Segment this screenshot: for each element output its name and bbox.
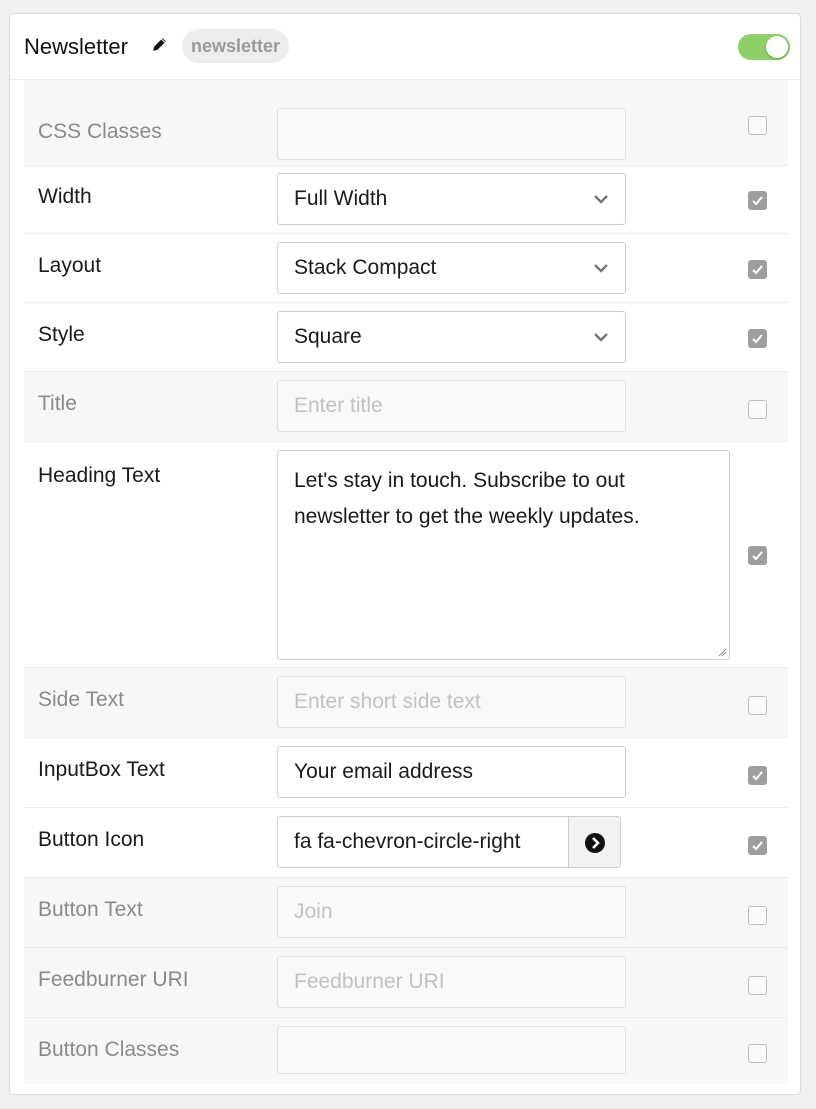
style-checkbox[interactable] bbox=[748, 329, 767, 348]
field-label: Layout bbox=[38, 254, 102, 277]
field-label: CSS Classes bbox=[38, 120, 162, 143]
width-select[interactable]: Full Width bbox=[277, 173, 626, 225]
row-css-classes: CSS Classes bbox=[24, 80, 788, 166]
row-button-classes: Button Classes bbox=[24, 1018, 788, 1084]
row-feedburner-uri: Feedburner URI Feedburner URI bbox=[24, 948, 788, 1018]
panel-header: Newsletter newsletter bbox=[10, 14, 800, 80]
title-input[interactable]: Enter title bbox=[277, 380, 626, 432]
check-icon bbox=[752, 265, 763, 275]
chevron-down-icon bbox=[594, 264, 608, 273]
button-text-placeholder: Join bbox=[294, 900, 333, 923]
title-placeholder: Enter title bbox=[294, 394, 383, 417]
button-text-checkbox[interactable] bbox=[748, 906, 767, 925]
field-label: Title bbox=[38, 392, 77, 415]
chevron-down-icon bbox=[594, 333, 608, 342]
enable-toggle[interactable] bbox=[738, 34, 790, 60]
icon-picker-button[interactable] bbox=[568, 816, 621, 868]
row-side-text: Side Text Enter short side text bbox=[24, 668, 788, 738]
pencil-icon[interactable] bbox=[151, 36, 168, 53]
field-label: Width bbox=[38, 185, 92, 208]
field-label: Button Icon bbox=[38, 828, 145, 851]
field-label: Heading Text bbox=[38, 464, 161, 487]
field-label: InputBox Text bbox=[38, 758, 165, 781]
heading-text-checkbox[interactable] bbox=[748, 546, 767, 565]
side-text-input[interactable]: Enter short side text bbox=[277, 676, 626, 728]
layout-select[interactable]: Stack Compact bbox=[277, 242, 626, 294]
field-label: Feedburner URI bbox=[38, 968, 189, 991]
css-classes-checkbox[interactable] bbox=[748, 116, 767, 135]
check-icon bbox=[752, 334, 763, 344]
panel-title: Newsletter bbox=[24, 34, 128, 59]
feedburner-uri-input[interactable]: Feedburner URI bbox=[277, 956, 626, 1008]
title-checkbox[interactable] bbox=[748, 400, 767, 419]
style-select-value: Square bbox=[294, 325, 362, 348]
button-text-input[interactable]: Join bbox=[277, 886, 626, 938]
layout-select-value: Stack Compact bbox=[294, 256, 437, 279]
row-button-text: Button Text Join bbox=[24, 878, 788, 948]
toggle-knob bbox=[766, 36, 788, 58]
feedburner-uri-placeholder: Feedburner URI bbox=[294, 970, 445, 993]
newsletter-panel: Newsletter newsletter CSS Classes Width … bbox=[9, 13, 801, 1095]
button-classes-checkbox[interactable] bbox=[748, 1044, 767, 1063]
layout-checkbox[interactable] bbox=[748, 260, 767, 279]
row-title: Title Enter title bbox=[24, 372, 788, 442]
row-style: Style Square bbox=[24, 303, 788, 372]
chevron-down-icon bbox=[594, 195, 608, 204]
side-text-placeholder: Enter short side text bbox=[294, 690, 481, 713]
row-layout: Layout Stack Compact bbox=[24, 234, 788, 303]
width-checkbox[interactable] bbox=[748, 191, 767, 210]
heading-text-textarea[interactable]: Let's stay in touch. Subscribe to out ne… bbox=[277, 450, 730, 660]
button-icon-input[interactable]: fa fa-chevron-circle-right bbox=[277, 816, 569, 868]
button-icon-checkbox[interactable] bbox=[748, 836, 767, 855]
check-icon bbox=[752, 196, 763, 206]
inputbox-text-input[interactable]: Your email address bbox=[277, 746, 626, 798]
css-classes-input[interactable] bbox=[277, 108, 626, 160]
button-classes-input[interactable] bbox=[277, 1026, 626, 1074]
row-width: Width Full Width bbox=[24, 166, 788, 234]
row-inputbox-text: InputBox Text Your email address bbox=[24, 738, 788, 808]
row-heading-text: Heading Text Let's stay in touch. Subscr… bbox=[24, 442, 788, 668]
field-label: Style bbox=[38, 323, 85, 346]
row-button-icon: Button Icon fa fa-chevron-circle-right bbox=[24, 808, 788, 878]
resize-handle-icon[interactable] bbox=[717, 647, 727, 657]
check-icon bbox=[752, 771, 763, 781]
heading-text-value: Let's stay in touch. Subscribe to out ne… bbox=[294, 469, 640, 528]
inputbox-text-checkbox[interactable] bbox=[748, 766, 767, 785]
module-type-badge: newsletter bbox=[182, 29, 290, 63]
chevron-circle-right-icon bbox=[585, 833, 605, 853]
field-label: Button Text bbox=[38, 898, 143, 921]
side-text-checkbox[interactable] bbox=[748, 696, 767, 715]
field-label: Side Text bbox=[38, 688, 124, 711]
style-select[interactable]: Square bbox=[277, 311, 626, 363]
field-label: Button Classes bbox=[38, 1038, 180, 1061]
check-icon bbox=[752, 841, 763, 851]
width-select-value: Full Width bbox=[294, 187, 388, 210]
check-icon bbox=[752, 551, 763, 561]
feedburner-uri-checkbox[interactable] bbox=[748, 976, 767, 995]
